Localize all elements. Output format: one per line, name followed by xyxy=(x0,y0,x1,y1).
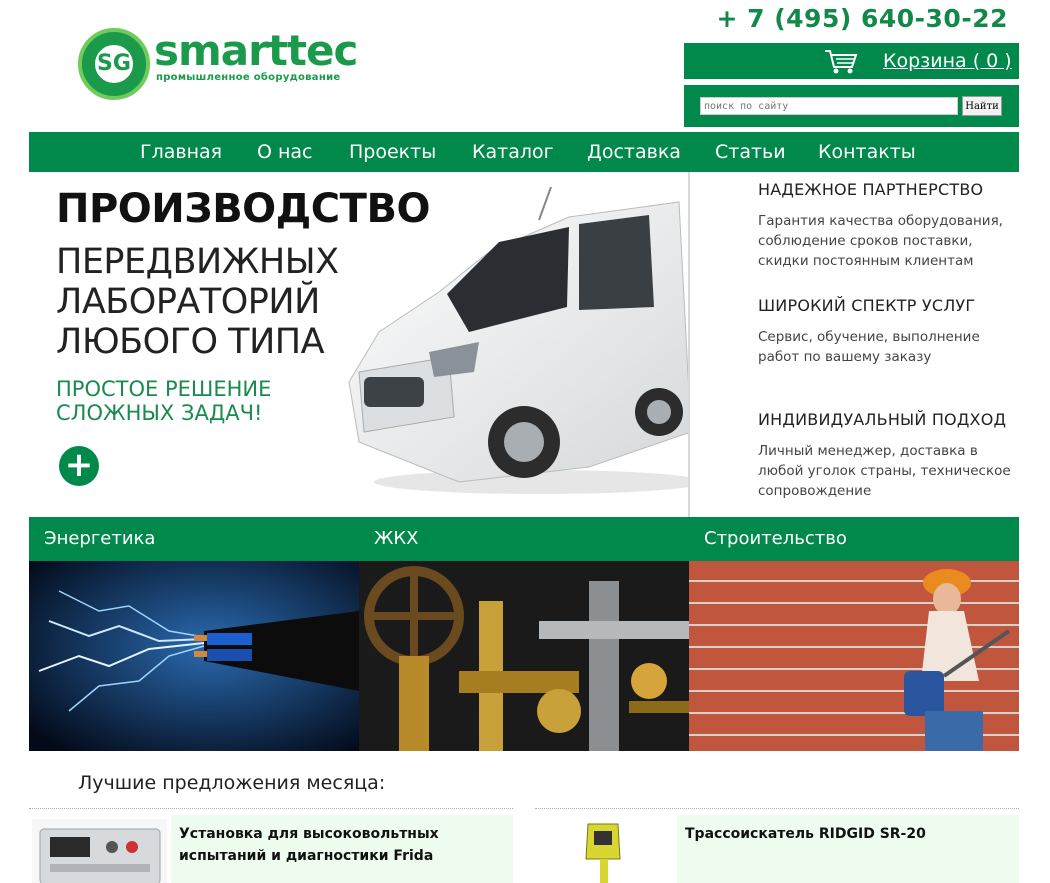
hero-title: ПРОИЗВОДСТВО xyxy=(56,186,430,232)
category-construction-label[interactable]: Строительство xyxy=(704,528,847,549)
category-housing-image[interactable] xyxy=(359,561,689,751)
feature-heading: НАДЕЖНОЕ ПАРТНЕРСТВО xyxy=(758,180,984,199)
cart-link[interactable]: Корзина ( 0 ) xyxy=(883,50,1012,72)
nav-item-about[interactable]: О нас xyxy=(257,141,313,163)
feature-text: Личный менеджер, доставка в любой уголок… xyxy=(758,443,1011,499)
logo-mark-icon: SG xyxy=(78,28,150,100)
search-input[interactable] xyxy=(700,97,958,115)
nav-item-delivery[interactable]: Доставка xyxy=(587,141,681,163)
phone-number: + 7 (495) 640-30-22 xyxy=(716,4,1008,33)
feature-item: ШИРОКИЙ СПЕКТР УСЛУГ Сервис, обучение, в… xyxy=(758,296,1020,367)
offers-title: Лучшие предложения месяца: xyxy=(78,772,386,794)
feature-item: ИНДИВИДУАЛЬНЫЙ ПОДХОД Личный менеджер, д… xyxy=(758,410,1020,501)
hero-slogan: ПРОСТОЕ РЕШЕНИЕ СЛОЖНЫХ ЗАДАЧ! xyxy=(56,377,272,425)
brand-tagline: промышленное оборудование xyxy=(156,72,341,83)
feature-item: НАДЕЖНОЕ ПАРТНЕРСТВО Гарантия качества о… xyxy=(758,180,1020,271)
offer-card[interactable]: Трассоискатель RIDGID SR-20 xyxy=(535,808,1019,883)
nav-item-contacts[interactable]: Контакты xyxy=(818,141,916,163)
hero-banner: ПРОИЗВОДСТВО ПЕРЕДВИЖНЫХ ЛАБОРАТОРИЙ ЛЮБ… xyxy=(29,172,690,517)
cart-icon[interactable] xyxy=(824,49,858,75)
categories-bar: Энергетика ЖКХ Строительство xyxy=(29,517,1019,561)
nav-item-home[interactable]: Главная xyxy=(140,141,222,163)
hero-subtitle: ПЕРЕДВИЖНЫХ ЛАБОРАТОРИЙ ЛЮБОГО ТИПА xyxy=(56,242,339,362)
main-nav: Главная О нас Проекты Каталог Доставка С… xyxy=(29,132,1019,172)
nav-item-catalog[interactable]: Каталог xyxy=(472,141,554,163)
feature-heading: ИНДИВИДУАЛЬНЫЙ ПОДХОД xyxy=(758,410,1007,429)
feature-text: Сервис, обучение, выполнение работ по ва… xyxy=(758,329,980,365)
category-construction-image[interactable] xyxy=(689,561,1019,751)
offer-name[interactable]: Установка для высоковольтных испытаний и… xyxy=(171,815,513,883)
site-logo[interactable]: SG smarttec промышленное оборудование xyxy=(78,28,358,100)
nav-item-projects[interactable]: Проекты xyxy=(349,141,436,163)
category-energy-image[interactable] xyxy=(29,561,359,751)
offer-name[interactable]: Трассоискатель RIDGID SR-20 xyxy=(677,815,1019,883)
category-energy-label[interactable]: Энергетика xyxy=(44,528,155,549)
cart-panel: Корзина ( 0 ) xyxy=(684,43,1019,79)
feature-text: Гарантия качества оборудования, соблюден… xyxy=(758,213,1003,269)
category-housing-label[interactable]: ЖКХ xyxy=(374,528,419,549)
logo-mark-text: SG xyxy=(97,51,131,76)
search-button[interactable]: Найти xyxy=(962,96,1002,116)
offer-thumbnail[interactable] xyxy=(538,819,673,883)
more-plus-button[interactable]: + xyxy=(59,446,99,486)
offer-thumbnail[interactable] xyxy=(32,819,167,883)
brand-name: smarttec xyxy=(154,26,358,75)
search-panel: Найти xyxy=(684,85,1019,127)
offer-card[interactable]: Установка для высоковольтных испытаний и… xyxy=(29,808,513,883)
nav-item-articles[interactable]: Статьи xyxy=(715,141,786,163)
feature-heading: ШИРОКИЙ СПЕКТР УСЛУГ xyxy=(758,296,976,315)
